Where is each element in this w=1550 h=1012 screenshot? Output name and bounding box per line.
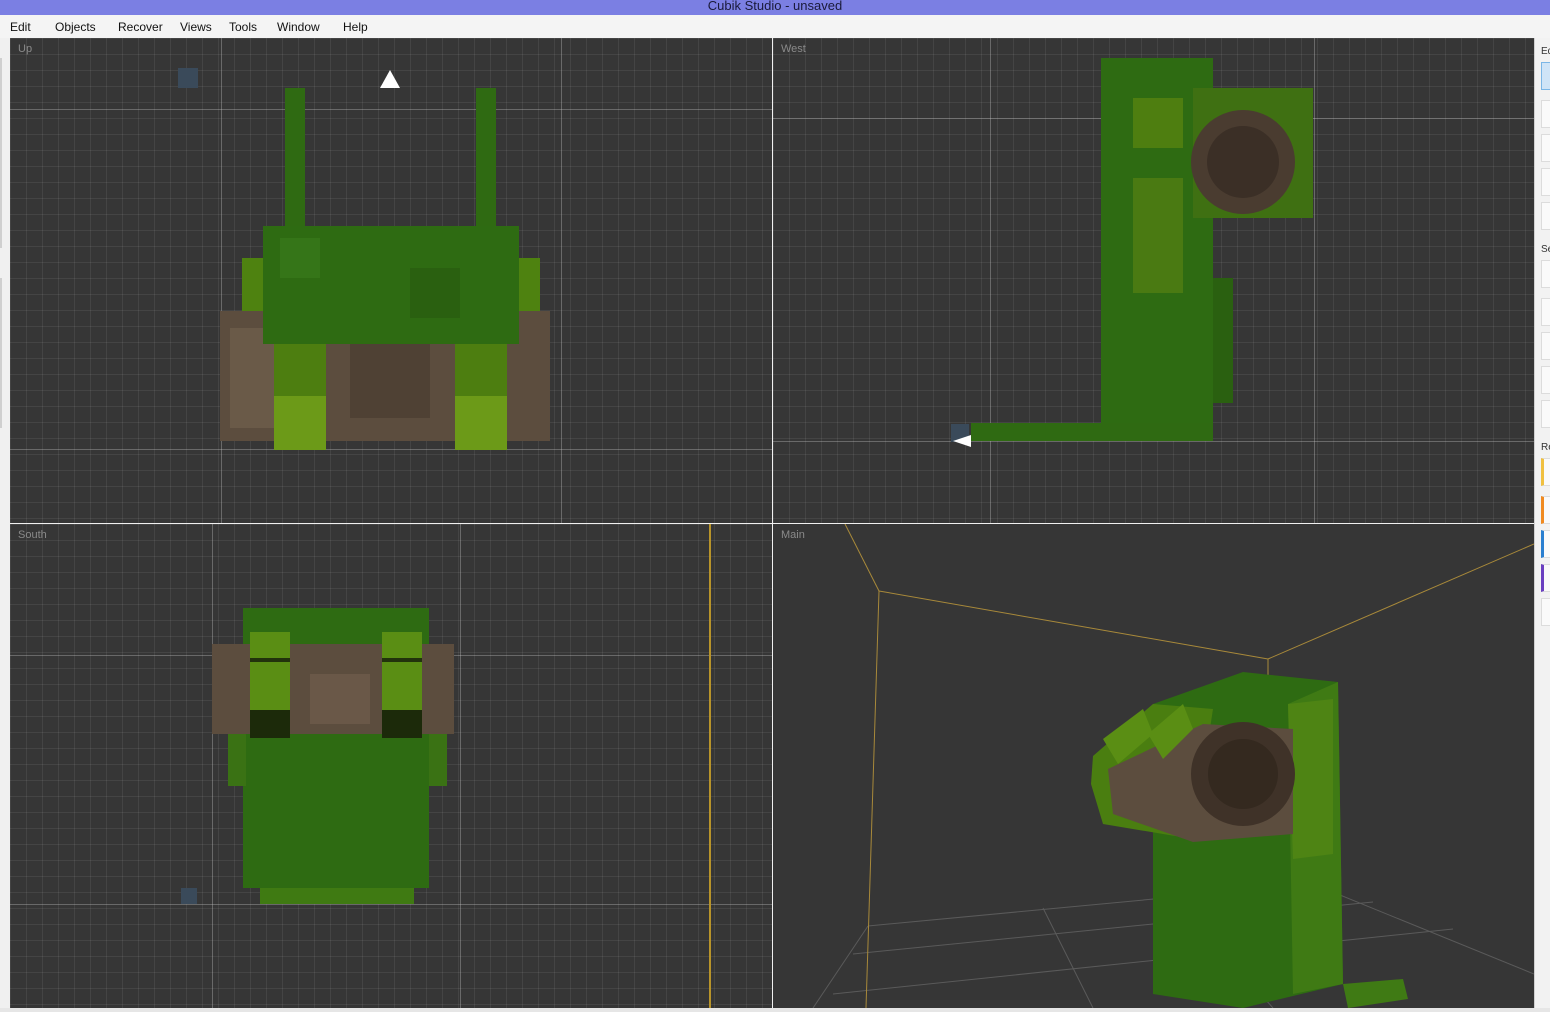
section-edit-label: Ed bbox=[1541, 46, 1550, 57]
tool-button[interactable] bbox=[1541, 100, 1550, 128]
status-bar bbox=[0, 1008, 1550, 1012]
tool-button[interactable] bbox=[1541, 202, 1550, 230]
viewport-south[interactable]: South bbox=[10, 524, 772, 1008]
section-render-label: Re bbox=[1541, 442, 1550, 453]
tool-button[interactable] bbox=[1541, 496, 1550, 524]
tool-button[interactable] bbox=[1541, 260, 1550, 288]
tool-button-select[interactable] bbox=[1541, 62, 1550, 90]
tool-button[interactable] bbox=[1541, 134, 1550, 162]
tool-button[interactable] bbox=[1541, 400, 1550, 428]
tool-button[interactable] bbox=[1541, 564, 1550, 592]
tool-button[interactable] bbox=[1541, 298, 1550, 326]
bounding-line bbox=[709, 524, 711, 1008]
tool-button[interactable] bbox=[1541, 530, 1550, 558]
model-front-view bbox=[212, 608, 454, 904]
left-panel-edge bbox=[0, 58, 2, 248]
model-side-view bbox=[951, 58, 1313, 447]
triangle-up-icon bbox=[380, 70, 400, 88]
viewport-west[interactable]: West bbox=[773, 38, 1534, 523]
tool-button[interactable] bbox=[1541, 168, 1550, 196]
menu-window[interactable]: Window bbox=[277, 20, 320, 34]
model-top-view bbox=[220, 70, 550, 450]
viewport-up[interactable]: Up bbox=[10, 38, 772, 523]
viewport-main-3d[interactable]: Main bbox=[773, 524, 1534, 1008]
menu-views[interactable]: Views bbox=[180, 20, 212, 34]
menu-objects[interactable]: Objects bbox=[55, 20, 96, 34]
menu-help[interactable]: Help bbox=[343, 20, 368, 34]
tool-button[interactable] bbox=[1541, 458, 1550, 486]
tool-button[interactable] bbox=[1541, 366, 1550, 394]
tool-button[interactable] bbox=[1541, 598, 1550, 626]
menu-tools[interactable]: Tools bbox=[229, 20, 257, 34]
window-title: Cubik Studio - unsaved bbox=[0, 0, 1550, 15]
menu-edit[interactable]: Edit bbox=[10, 20, 31, 34]
menu-bar: Edit Objects Recover Views Tools Window … bbox=[0, 15, 1550, 38]
section-select-label: Se bbox=[1541, 244, 1550, 255]
right-tool-panel: Ed Se Re bbox=[1534, 38, 1550, 1012]
left-panel-collapsed[interactable] bbox=[0, 38, 10, 1012]
model-perspective-view bbox=[812, 524, 1534, 1008]
tool-button[interactable] bbox=[1541, 332, 1550, 360]
left-panel-edge bbox=[0, 278, 2, 428]
menu-recover[interactable]: Recover bbox=[118, 20, 163, 34]
